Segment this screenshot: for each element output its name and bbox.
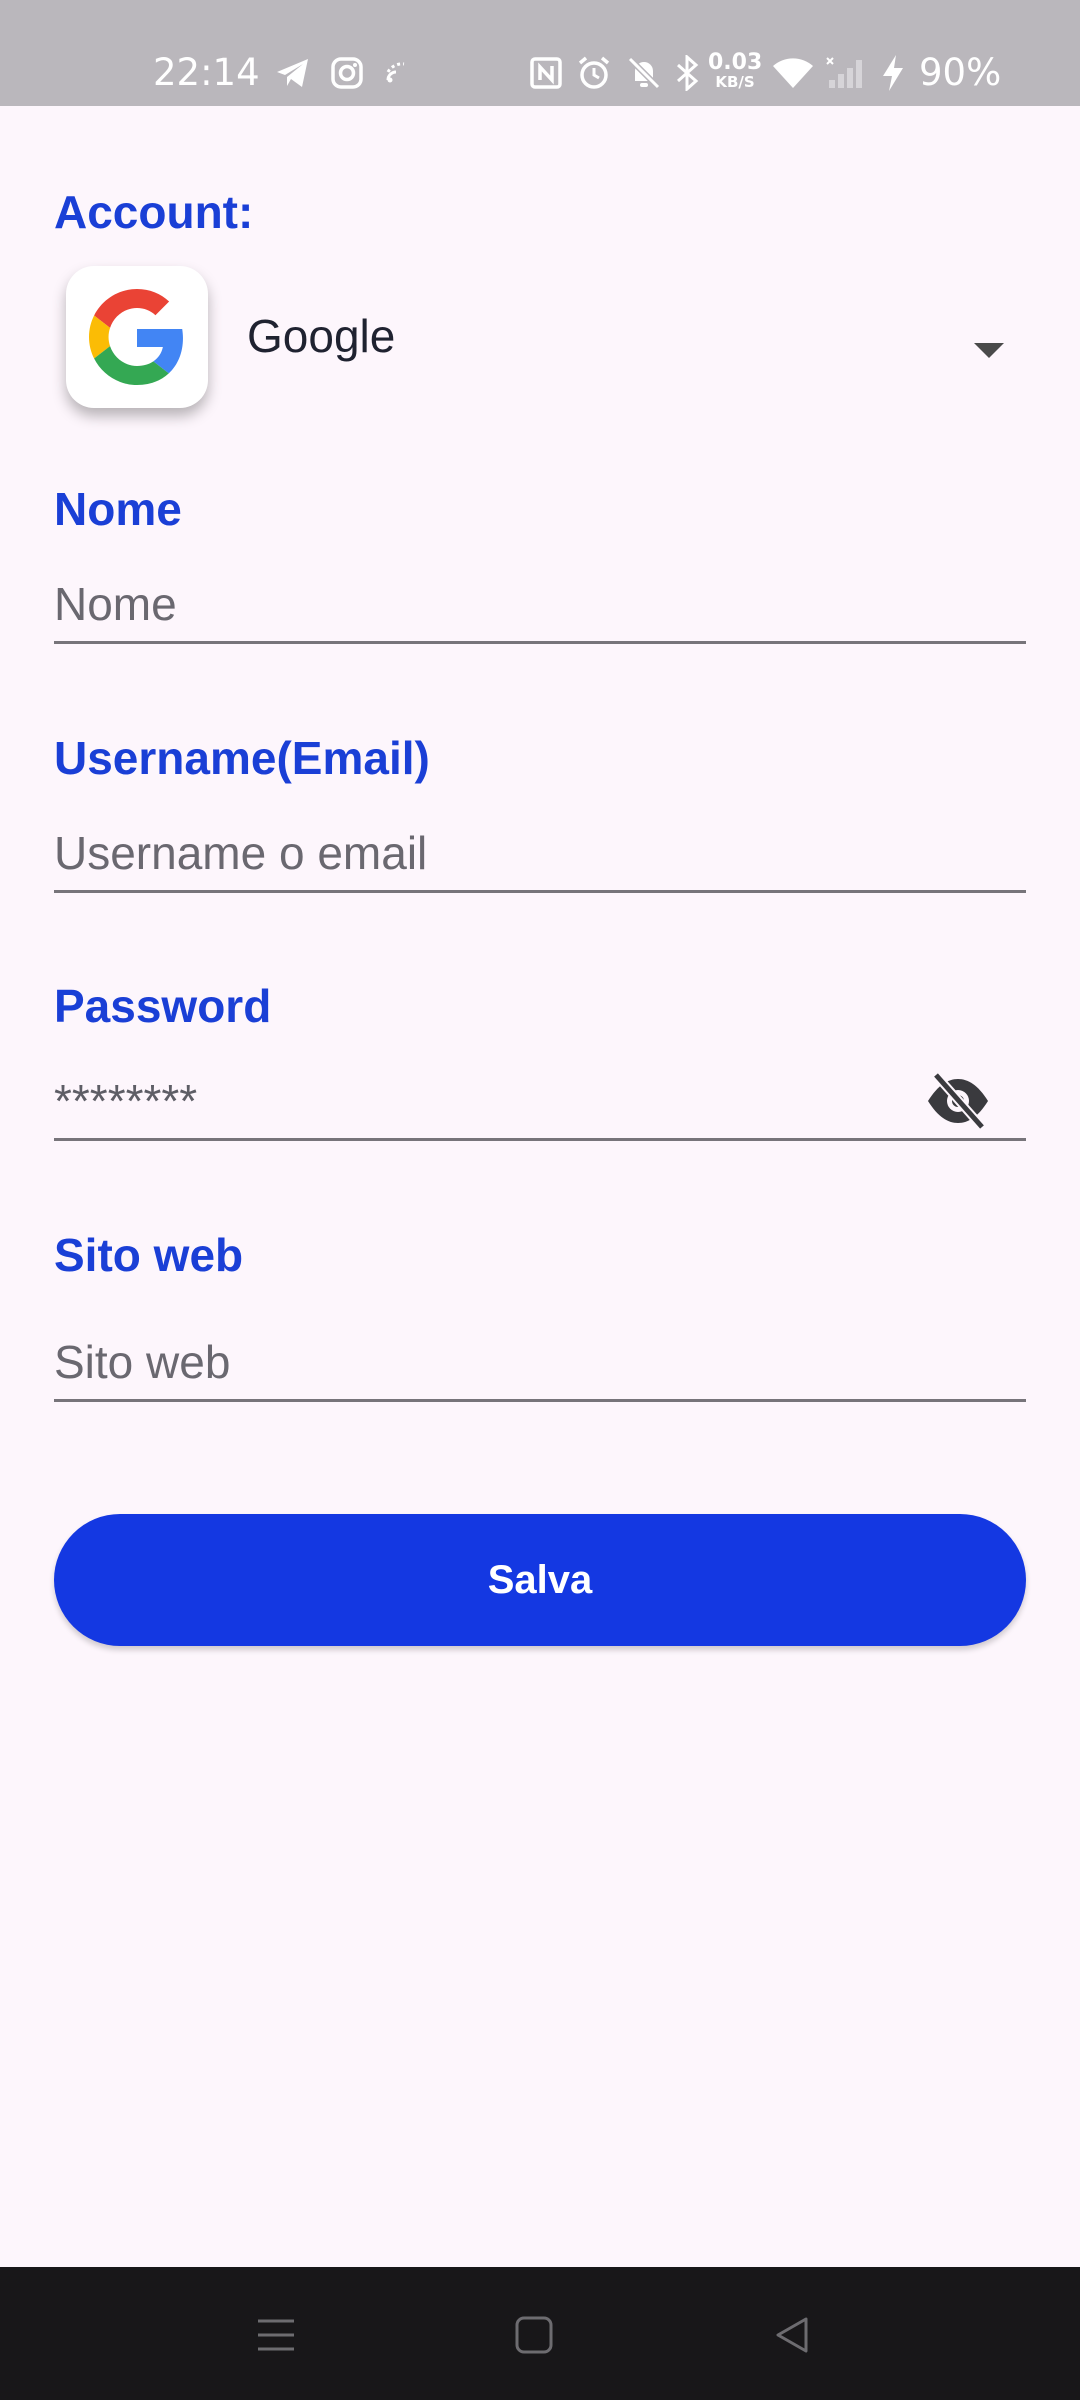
network-speed: 0.03 KB/S bbox=[708, 52, 762, 90]
chevron-down-icon[interactable] bbox=[974, 343, 1004, 358]
name-field bbox=[54, 571, 1026, 644]
status-time: 22:14 bbox=[153, 51, 260, 94]
username-field bbox=[54, 820, 1026, 893]
cast-icon bbox=[381, 50, 421, 96]
bluetooth-icon bbox=[670, 50, 704, 96]
back-icon[interactable] bbox=[762, 2305, 822, 2365]
mute-icon bbox=[622, 50, 666, 96]
google-logo-icon bbox=[66, 266, 208, 408]
name-input[interactable] bbox=[54, 571, 934, 637]
network-speed-value: 0.03 bbox=[708, 50, 763, 75]
status-bar: 22:14 0.03 KB/S 90% bbox=[0, 0, 1080, 106]
account-label: Account: bbox=[54, 186, 254, 238]
telegram-icon bbox=[273, 50, 313, 96]
username-label: Username(Email) bbox=[54, 732, 430, 784]
navigation-bar bbox=[0, 2267, 1080, 2400]
password-input[interactable] bbox=[54, 1068, 934, 1134]
save-button[interactable]: Salva bbox=[54, 1514, 1026, 1646]
home-icon[interactable] bbox=[504, 2305, 564, 2365]
alarm-icon bbox=[572, 50, 616, 96]
website-label: Sito web bbox=[54, 1229, 244, 1281]
battery-percent: 90% bbox=[919, 51, 1002, 94]
username-input[interactable] bbox=[54, 820, 934, 886]
account-dropdown[interactable]: Google bbox=[54, 262, 1026, 412]
recents-icon[interactable] bbox=[246, 2305, 306, 2365]
nfc-icon bbox=[525, 50, 567, 96]
website-input[interactable] bbox=[54, 1329, 934, 1395]
password-field bbox=[54, 1068, 1026, 1141]
password-label: Password bbox=[54, 980, 272, 1032]
website-field bbox=[54, 1329, 1026, 1402]
signal-icon bbox=[823, 50, 869, 96]
charging-icon bbox=[876, 50, 910, 96]
network-speed-unit: KB/S bbox=[715, 73, 755, 91]
instagram-icon bbox=[327, 50, 367, 96]
account-selected-value: Google bbox=[247, 310, 396, 362]
wifi-icon bbox=[769, 50, 817, 96]
eye-off-icon[interactable] bbox=[918, 1068, 998, 1134]
name-label: Nome bbox=[54, 483, 182, 535]
